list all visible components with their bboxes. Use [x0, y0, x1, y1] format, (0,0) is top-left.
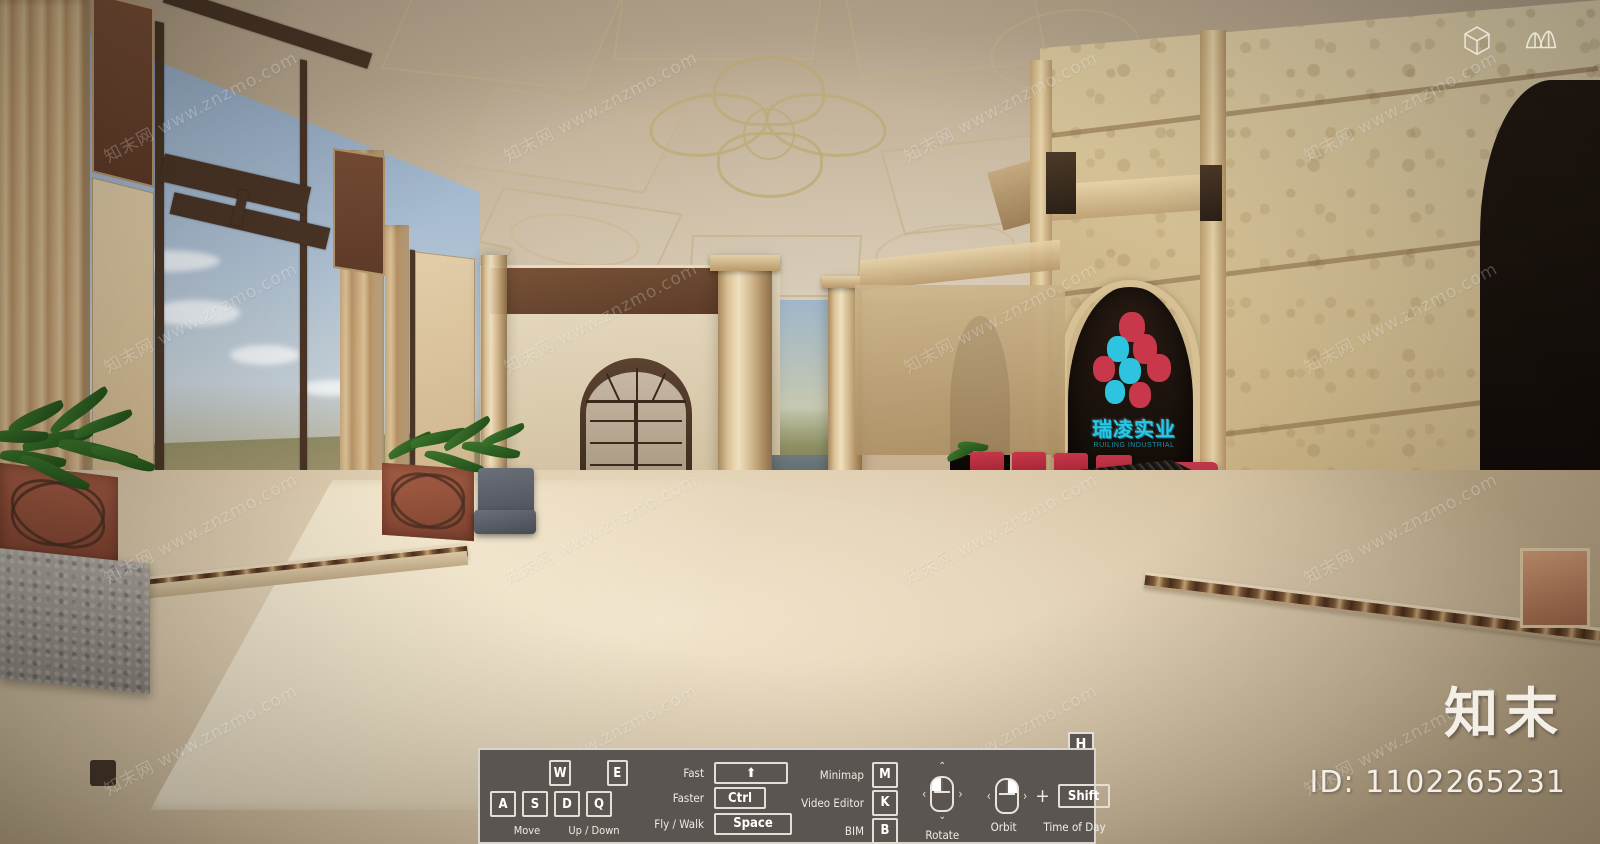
arrow-down-icon: ⌄	[938, 811, 947, 822]
lounge-sofa-seat	[474, 510, 536, 534]
rotate-mouse-cluster: ⌃ ‹ › ⌄ Rotate	[922, 756, 963, 843]
viewport-tool-icons	[1460, 22, 1558, 56]
arrow-left-icon: ‹	[922, 787, 927, 801]
stone-bench-left	[0, 548, 150, 694]
label-orbit: Orbit	[990, 820, 1017, 834]
key-q[interactable]: Q	[586, 791, 612, 817]
label-bim: BIM	[844, 823, 864, 838]
move-key-cluster: W E A S D Q Move Up / Down	[490, 756, 629, 838]
key-space[interactable]: Space	[714, 812, 792, 835]
column-center	[718, 262, 772, 502]
label-faster: Faster	[672, 791, 704, 806]
mouse-left-button-icon	[930, 776, 955, 812]
key-w[interactable]: W	[549, 760, 571, 786]
key-ctrl[interactable]: Ctrl	[714, 787, 766, 810]
key-shift[interactable]: Shift	[1057, 784, 1110, 808]
key-shift-arrow[interactable]: ⬆	[714, 762, 788, 785]
shortcut-help-bar: W E A S D Q Move Up / Down Fast ⬆ Faster…	[478, 748, 1110, 844]
arrow-right-icon: ›	[1022, 789, 1028, 803]
plus-icon: +	[1035, 785, 1050, 807]
key-k[interactable]: K	[872, 789, 898, 816]
wall-light-box-2	[1200, 165, 1222, 221]
mouse-right-button-icon	[994, 778, 1019, 814]
render-viewport[interactable]: 瑞凌实业 RUILING INDUSTRIAL	[0, 0, 1600, 844]
cube-icon[interactable]	[1460, 22, 1494, 56]
wall-pilaster-b	[1200, 30, 1226, 500]
wall-panel-mid	[855, 285, 1065, 455]
label-fly-walk: Fly / Walk	[654, 816, 704, 831]
arrow-right-icon: ›	[958, 787, 963, 801]
label-video-editor: Video Editor	[801, 795, 864, 810]
far-wall-frieze	[490, 268, 720, 314]
speed-shortcuts: Fast ⬆ Faster Ctrl Fly / Walk Space	[652, 756, 792, 838]
label-move: Move	[513, 824, 541, 837]
wall-light-box	[1046, 152, 1076, 214]
label-fast: Fast	[683, 766, 704, 781]
label-rotate: Rotate	[925, 828, 960, 842]
key-a[interactable]: A	[490, 791, 516, 817]
sign-company-name: 瑞凌实业	[1092, 416, 1176, 441]
arrow-left-icon: ‹	[986, 789, 991, 803]
key-e[interactable]: E	[606, 760, 629, 786]
key-d[interactable]: D	[554, 791, 580, 817]
label-time-of-day: Time of Day	[1043, 820, 1106, 834]
ceiling-medallion	[645, 56, 891, 210]
key-s[interactable]: S	[522, 791, 548, 817]
wall-art-panel	[1520, 548, 1590, 628]
label-minimap: Minimap	[819, 767, 864, 782]
key-m[interactable]: M	[872, 761, 898, 788]
viewport-stage: 瑞凌实业 RUILING INDUSTRIAL 知末网 www.znzmo.co…	[0, 0, 1600, 844]
orbit-mouse-cluster: ‹ › + Shift Orbit Time of Day	[987, 756, 1110, 838]
planter-mid	[382, 462, 474, 542]
key-b[interactable]: B	[872, 817, 898, 844]
label-up-down: Up / Down	[568, 824, 620, 837]
arrow-up-icon: ⌃	[938, 761, 947, 772]
bench-leg	[90, 760, 116, 786]
landscape-icon[interactable]	[1524, 22, 1558, 56]
tool-shortcuts: Minimap M Video Editor K BIM B	[792, 756, 898, 844]
